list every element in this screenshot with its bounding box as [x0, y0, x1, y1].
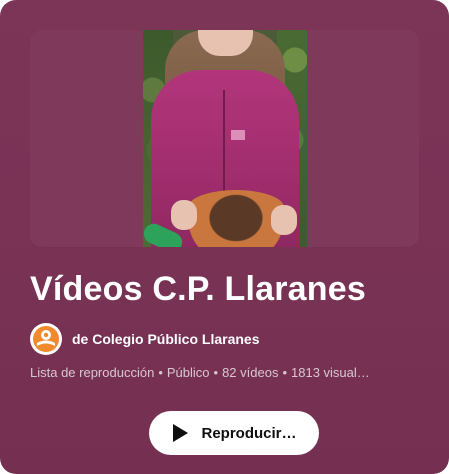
playlist-title: Vídeos C.P. Llaranes	[30, 270, 366, 308]
meta-separator: •	[158, 365, 163, 380]
play-button-label: Reproducir…	[201, 424, 297, 442]
video-count: 82 vídeos	[222, 365, 279, 380]
playlist-thumbnail[interactable]	[30, 30, 419, 247]
meta-separator: •	[213, 365, 219, 380]
thumbnail-image	[143, 30, 307, 247]
playlist-type: Lista de reproducción	[30, 365, 155, 380]
playlist-visibility: Público	[166, 365, 210, 380]
channel-name[interactable]: de Colegio Público Llaranes	[72, 331, 259, 347]
colegio-logo-icon	[33, 326, 59, 352]
playlist-metadata: Lista de reproducción • Público • 82 vídeos •…	[30, 365, 420, 380]
meta-separator: •	[282, 365, 288, 380]
playlist-header-card: Vídeos C.P. Llaranes de Colegio Público …	[0, 0, 449, 474]
play-icon	[173, 424, 189, 442]
view-count: 1813 visual…	[291, 365, 370, 380]
channel-link[interactable]: de Colegio Público Llaranes	[30, 323, 259, 355]
play-all-button[interactable]: Reproducir…	[149, 411, 319, 455]
channel-avatar[interactable]	[30, 323, 62, 355]
